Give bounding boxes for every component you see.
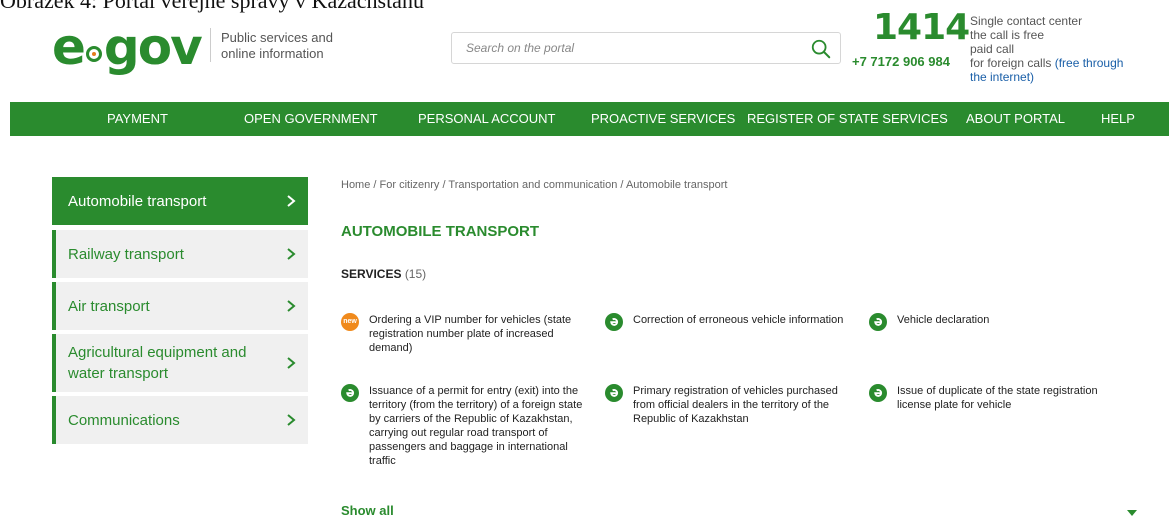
sidebar-item-air-transport[interactable]: Air transport [52,282,308,330]
nav-item-register-state-services[interactable]: REGISTER OF STATE SERVICES [747,102,948,136]
nav-item-open-government[interactable]: OPEN GOVERNMENT [244,102,378,136]
call-center-number[interactable]: 1414 [873,8,970,48]
search-input[interactable] [466,41,840,55]
nav-item-payment[interactable]: PAYMENT [107,102,168,136]
chevron-right-icon [287,248,296,260]
logo-letter-e: e [52,18,86,76]
chevron-right-icon [287,195,296,207]
sidebar-item-label: Communications [68,411,180,429]
chevron-right-icon [287,414,296,426]
breadcrumb-transportation[interactable]: Transportation and communication [448,179,617,191]
sidebar-item-label: Automobile transport [68,192,207,210]
sidebar-item-automobile-transport[interactable]: Automobile transport [52,177,308,225]
e-service-icon [605,384,623,402]
sidebar-item-communications[interactable]: Communications [52,396,308,444]
e-service-icon [869,313,887,331]
sidebar-item-label: Air transport [68,297,150,315]
call-info-line: paid call [970,42,1015,56]
service-title: Primary registration of vehicles purchas… [633,385,838,425]
sidebar-item-agricultural-water-transport[interactable]: Agricultural equipment and water transpo… [52,334,308,392]
logo-divider [210,28,211,62]
service-item[interactable]: new Ordering a VIP number for vehicles (… [341,313,591,355]
breadcrumb-home[interactable]: Home [341,179,370,191]
e-service-icon [341,384,359,402]
egov-logo[interactable]: e gov [52,18,203,76]
search-icon[interactable] [810,38,832,60]
call-info-line: for foreign calls (free through [970,56,1124,70]
new-badge-icon: new [341,313,359,331]
call-info-line: Single contact center [970,14,1083,28]
nav-item-help[interactable]: HELP [1101,102,1135,136]
service-item[interactable]: Issue of duplicate of the state registra… [869,384,1119,412]
services-heading: SERVICES (15) [341,267,426,281]
service-title: Issuance of a permit for entry (exit) in… [369,385,583,467]
service-title: Vehicle declaration [897,314,990,326]
chevron-right-icon [287,357,296,369]
chevron-down-icon[interactable] [1127,510,1137,516]
call-info-line: the internet) [970,70,1123,84]
page-title: AUTOMOBILE TRANSPORT [341,223,540,240]
call-phone-number[interactable]: +7 7172 906 984 [852,54,950,69]
e-service-icon [869,384,887,402]
e-service-icon [605,313,623,331]
show-all-link[interactable]: Show all [341,503,394,518]
sidebar-item-railway-transport[interactable]: Railway transport [52,230,308,278]
service-title: Correction of erroneous vehicle informat… [633,314,844,326]
nav-item-personal-account[interactable]: PERSONAL ACCOUNT [418,102,556,136]
call-info: Single contact center the call is free p… [970,14,1123,84]
site-tagline: Public services and online information [221,30,333,61]
services-label: SERVICES [341,267,402,281]
call-info-line: the call is free [970,28,1045,42]
service-title: Issue of duplicate of the state registra… [897,385,1098,411]
service-item[interactable]: Vehicle declaration [869,313,1119,331]
service-item[interactable]: Correction of erroneous vehicle informat… [605,313,855,331]
breadcrumb-current: Automobile transport [625,179,728,191]
logo-word-gov: gov [103,18,203,76]
search-box [451,32,841,64]
chevron-right-icon [287,300,296,312]
nav-item-about-portal[interactable]: ABOUT PORTAL [966,102,1065,136]
free-internet-call-link-cont[interactable]: the internet) [970,70,1034,84]
logo-dot-icon [85,46,102,62]
sidebar-item-label: Agricultural equipment and water transpo… [68,344,247,382]
service-item[interactable]: Primary registration of vehicles purchas… [605,384,855,426]
services-count: (15) [404,267,427,281]
breadcrumb-for-citizenry[interactable]: For citizenry [380,179,440,191]
nav-item-proactive-services[interactable]: PROACTIVE SERVICES [591,102,735,136]
figure-caption: Obrázek 4: Portál veřejné správy v Kazac… [0,0,424,13]
breadcrumb: Home / For citizenry / Transportation an… [341,179,728,191]
sidebar-item-label: Railway transport [68,245,184,263]
main-nav: PAYMENT OPEN GOVERNMENT PERSONAL ACCOUNT… [10,102,1169,136]
service-title: Ordering a VIP number for vehicles (stat… [369,314,572,354]
free-internet-call-link[interactable]: (free through [1055,56,1124,70]
service-item[interactable]: Issuance of a permit for entry (exit) in… [341,384,596,468]
